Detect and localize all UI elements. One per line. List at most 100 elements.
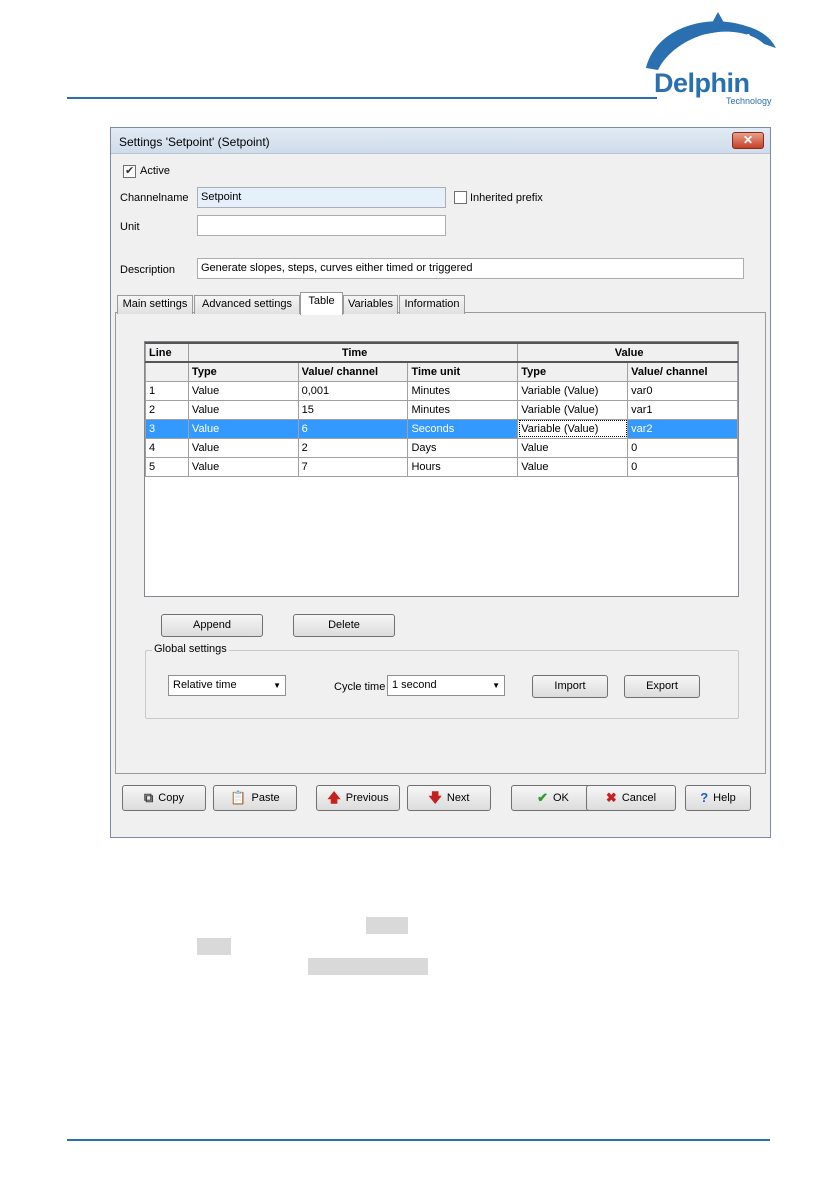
arrow-down-icon: 🡇 [428, 790, 442, 806]
col-time-value-header: Value/ channel [297, 361, 409, 382]
cell-line[interactable]: 3 [145, 418, 189, 439]
unit-field[interactable] [197, 215, 446, 236]
cell-value-channel[interactable]: 0 [627, 456, 738, 477]
copy-button[interactable]: ⧉ Copy [122, 785, 206, 811]
cell-line[interactable]: 5 [145, 456, 189, 477]
active-checkbox[interactable] [123, 164, 136, 178]
paste-label: Paste [251, 792, 280, 805]
col-blank-header [145, 361, 189, 382]
cycle-time-label: Cycle time [334, 681, 386, 693]
cell-time-type[interactable]: Value [187, 456, 299, 477]
cell-value-type[interactable]: Value [517, 456, 629, 477]
tab-variables[interactable]: Variables [343, 295, 398, 314]
col-line-header: Line [145, 342, 189, 363]
description-field[interactable]: Generate slopes, steps, curves either ti… [197, 258, 744, 279]
tab-information[interactable]: Information [399, 295, 465, 314]
chevron-down-icon: ▼ [492, 681, 500, 690]
logo-subtitle: Technology [726, 96, 772, 106]
checkmark-icon: ✔ [537, 790, 548, 806]
cycle-time-value: 1 second [392, 679, 437, 691]
next-button[interactable]: 🡇 Next [407, 785, 491, 811]
text-highlight [366, 917, 408, 934]
cross-icon: ✖ [605, 790, 617, 806]
table-column-header: Type Value/ channel Time unit Type Value… [145, 361, 738, 382]
import-button[interactable]: Import [532, 675, 608, 698]
chevron-down-icon: ▼ [273, 681, 281, 690]
cell-time-type[interactable]: Value [187, 418, 299, 439]
ok-button[interactable]: ✔ OK [511, 785, 595, 811]
text-highlight [197, 938, 231, 955]
cell-time-type[interactable]: Value [187, 399, 299, 420]
close-button[interactable]: ✕ [732, 132, 764, 149]
previous-label: Previous [345, 792, 389, 805]
cell-time-value[interactable]: 2 [297, 437, 409, 458]
tab-table[interactable]: Table [300, 292, 343, 315]
cancel-button[interactable]: ✖ Cancel [586, 785, 676, 811]
channelname-label: Channelname [120, 192, 189, 204]
time-mode-value: Relative time [173, 679, 237, 691]
col-value-channel-header: Value/ channel [627, 361, 738, 382]
cell-value-channel[interactable]: var1 [627, 399, 738, 420]
delete-button[interactable]: Delete [293, 614, 395, 637]
help-button[interactable]: ? Help [685, 785, 751, 811]
title-bar: Settings 'Setpoint' (Setpoint) ✕ [111, 128, 770, 154]
cell-value-channel[interactable]: var2 [627, 418, 738, 439]
table-row[interactable]: 2 Value 15 Minutes Variable (Value) var1 [145, 399, 738, 420]
cell-time-value[interactable]: 6 [297, 418, 409, 439]
cell-time-unit[interactable]: Minutes [407, 380, 519, 401]
cell-time-unit[interactable]: Minutes [407, 399, 519, 420]
cell-value-type-focused[interactable]: Variable (Value) [517, 418, 629, 439]
global-settings-group: Global settings Relative time ▼ Cycle ti… [145, 643, 739, 719]
footer-rule [67, 1139, 770, 1141]
table-row[interactable]: 4 Value 2 Days Value 0 [145, 437, 738, 458]
cell-value-type[interactable]: Variable (Value) [517, 380, 629, 401]
cell-line[interactable]: 4 [145, 437, 189, 458]
time-mode-select[interactable]: Relative time ▼ [168, 675, 286, 696]
cell-time-unit[interactable]: Days [407, 437, 519, 458]
col-time-header: Time [187, 342, 519, 363]
cell-time-value[interactable]: 15 [297, 399, 409, 420]
cancel-label: Cancel [621, 792, 657, 805]
cell-value-type[interactable]: Value [517, 437, 629, 458]
description-label: Description [120, 264, 176, 276]
inherited-prefix-checkbox[interactable] [454, 191, 467, 204]
logo-wordmark: Delphin [654, 68, 750, 98]
table-row-selected[interactable]: 3 Value 6 Seconds Variable (Value) var2 [145, 418, 738, 439]
append-button[interactable]: Append [161, 614, 263, 637]
cell-value-channel[interactable]: var0 [627, 380, 738, 401]
cell-value-channel[interactable]: 0 [627, 437, 738, 458]
cell-time-value[interactable]: 0,001 [297, 380, 409, 401]
cell-time-type[interactable]: Value [187, 437, 299, 458]
cell-line[interactable]: 1 [145, 380, 189, 401]
copy-icon: ⧉ [144, 790, 154, 806]
text-highlight [308, 958, 428, 975]
ok-label: OK [553, 792, 569, 805]
table-row[interactable]: 5 Value 7 Hours Value 0 [145, 456, 738, 477]
cell-time-value[interactable]: 7 [297, 456, 409, 477]
question-icon: ? [700, 790, 709, 806]
col-time-unit-header: Time unit [407, 361, 519, 382]
active-label: Active [140, 165, 170, 177]
unit-label: Unit [120, 221, 140, 233]
setpoint-table[interactable]: Line Time Value Type Value/ channel Time… [144, 341, 739, 597]
col-value-type-header: Type [517, 361, 629, 382]
col-time-type-header: Type [187, 361, 299, 382]
previous-button[interactable]: 🡅 Previous [316, 785, 400, 811]
help-label: Help [713, 792, 736, 805]
export-button[interactable]: Export [624, 675, 700, 698]
arrow-up-icon: 🡅 [327, 790, 341, 806]
cell-time-unit[interactable]: Hours [407, 456, 519, 477]
channelname-field[interactable]: Setpoint [197, 187, 446, 208]
tab-main-settings[interactable]: Main settings [117, 295, 193, 314]
cell-time-type[interactable]: Value [187, 380, 299, 401]
table-group-header: Line Time Value [145, 342, 738, 363]
cell-line[interactable]: 2 [145, 399, 189, 420]
table-row[interactable]: 1 Value 0,001 Minutes Variable (Value) v… [145, 380, 738, 401]
tab-advanced-settings[interactable]: Advanced settings [194, 295, 300, 314]
cycle-time-select[interactable]: 1 second ▼ [387, 675, 505, 696]
close-icon: ✕ [742, 133, 754, 147]
next-label: Next [446, 792, 470, 805]
cell-value-type[interactable]: Variable (Value) [517, 399, 629, 420]
paste-button[interactable]: 📋 Paste [213, 785, 297, 811]
cell-time-unit[interactable]: Seconds [407, 418, 519, 439]
